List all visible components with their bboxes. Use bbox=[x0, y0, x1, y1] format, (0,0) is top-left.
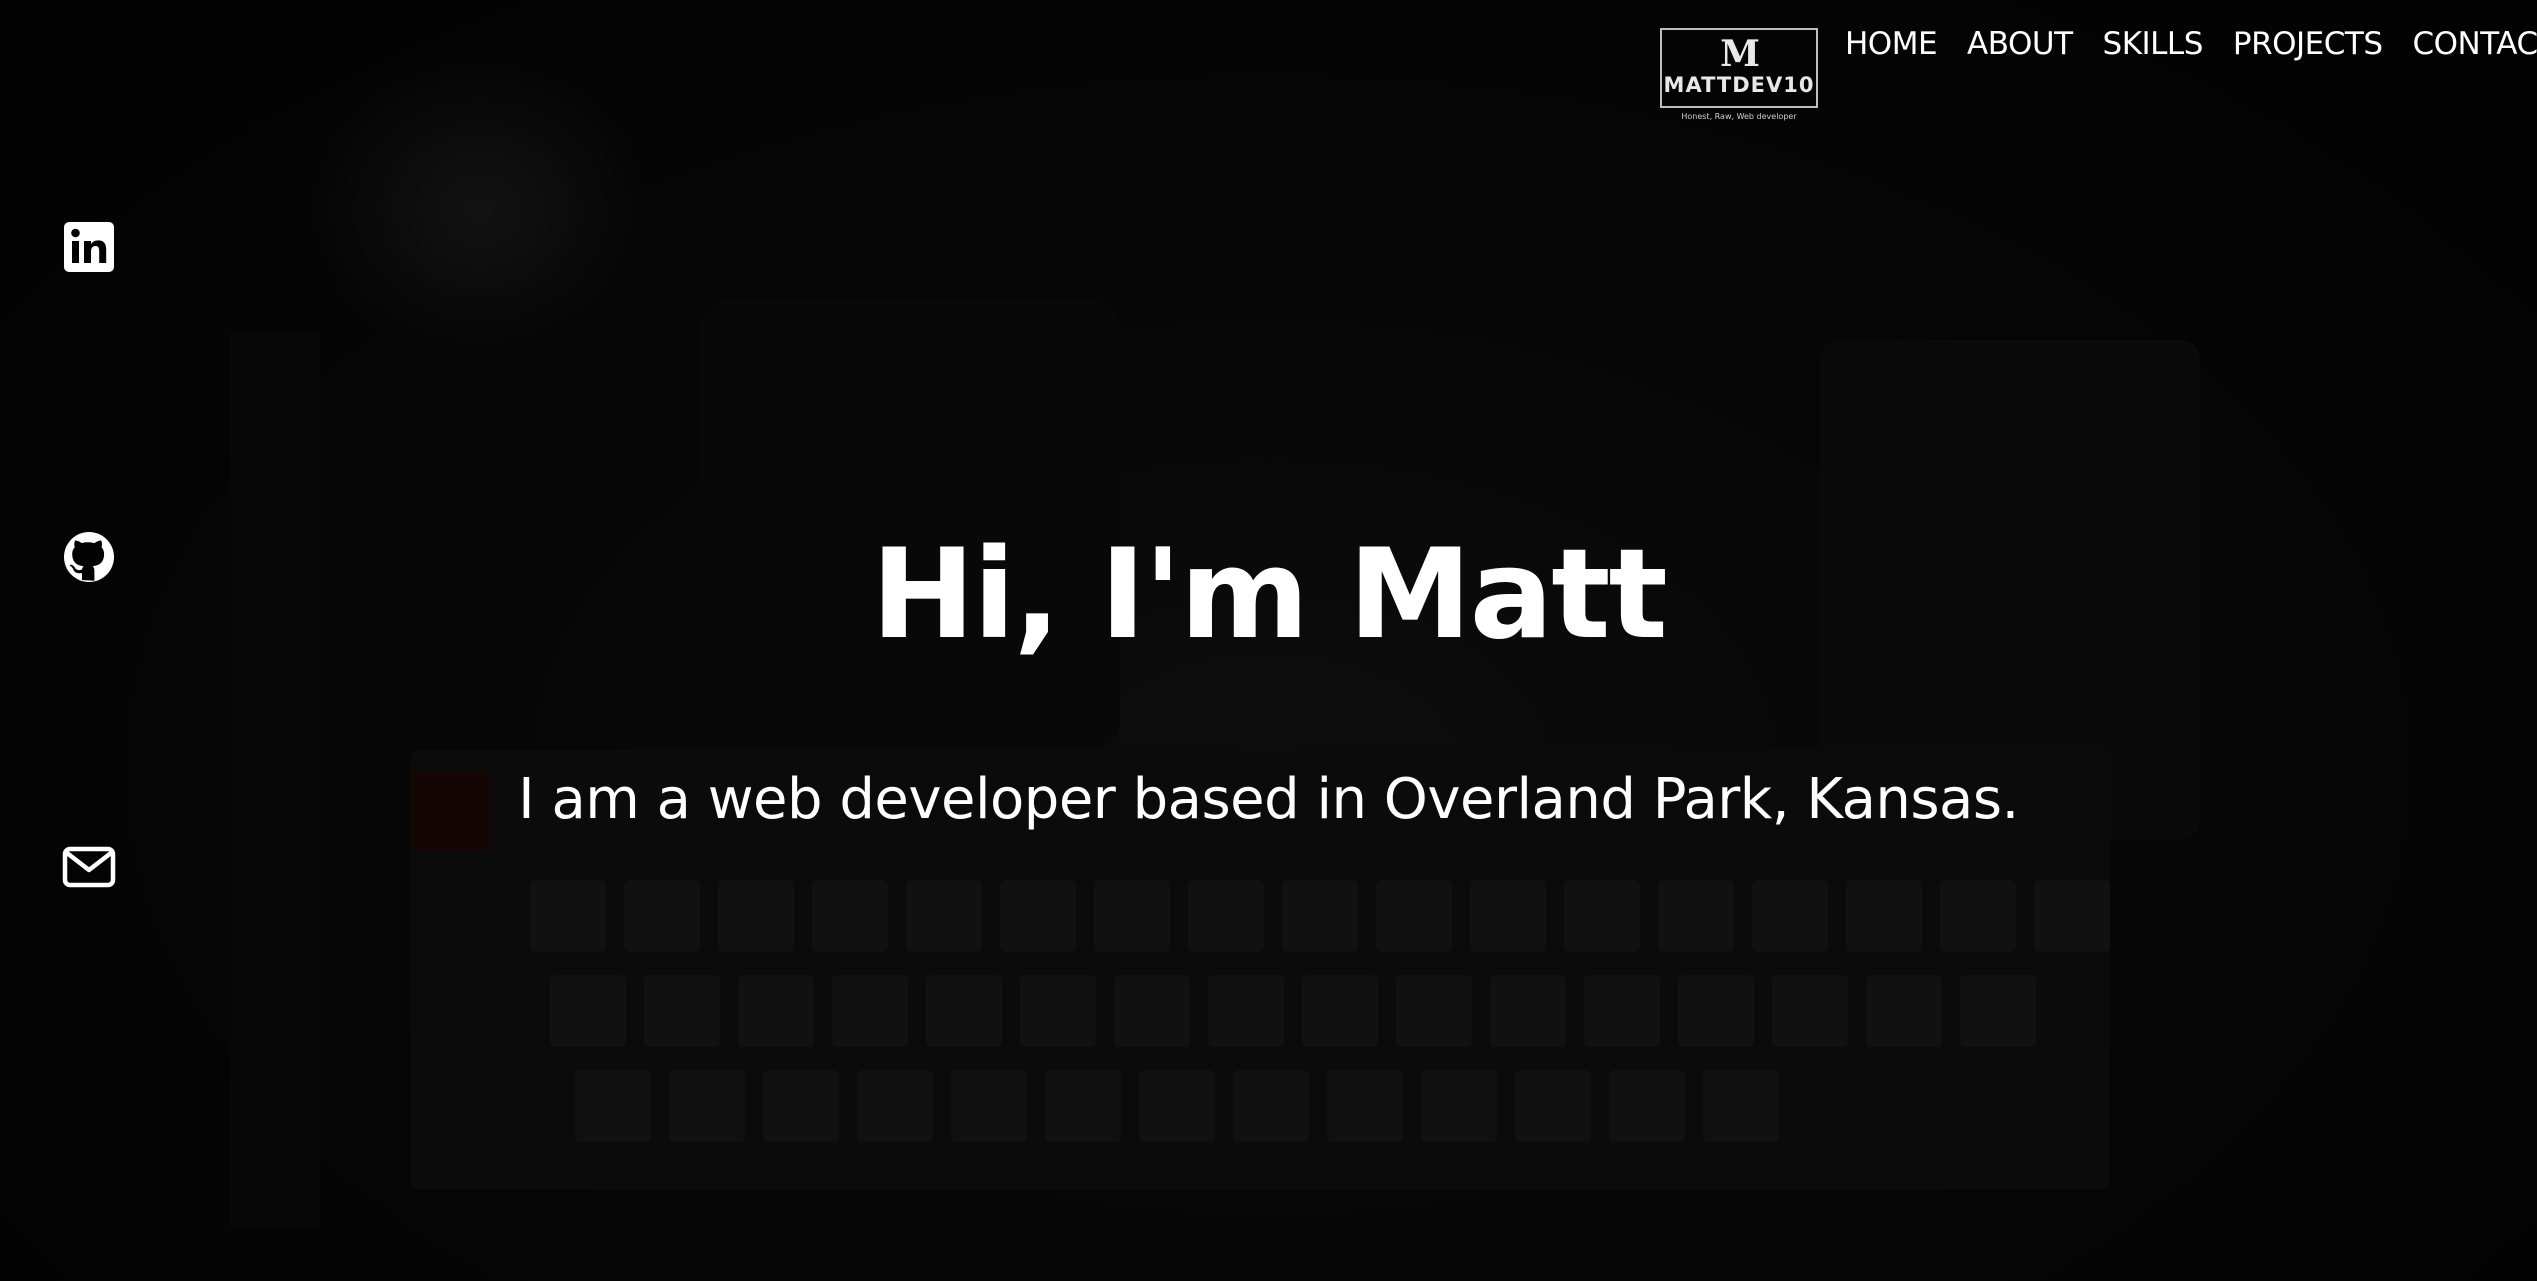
page: M MATTDEV10 Honest, Raw, Web developer H… bbox=[0, 0, 2537, 1281]
mail-icon[interactable] bbox=[62, 840, 116, 894]
linkedin-icon[interactable] bbox=[62, 220, 116, 274]
logo-name: MATTDEV10 bbox=[1663, 73, 1815, 97]
site-logo[interactable]: M MATTDEV10 bbox=[1660, 28, 1818, 108]
nav-home[interactable]: HOME bbox=[1845, 22, 1938, 66]
main-nav: HOME ABOUT SKILLS PROJECTS CONTACT bbox=[1845, 22, 2537, 66]
nav-skills[interactable]: SKILLS bbox=[2103, 22, 2204, 66]
logo-tagline: Honest, Raw, Web developer bbox=[1681, 112, 1797, 121]
hero-subtitle: I am a web developer based in Overland P… bbox=[518, 767, 2019, 832]
nav-about[interactable]: ABOUT bbox=[1967, 22, 2073, 66]
nav-projects[interactable]: PROJECTS bbox=[2233, 22, 2383, 66]
logo-mark: M bbox=[1720, 33, 1760, 75]
nav-contact[interactable]: CONTACT bbox=[2413, 22, 2537, 66]
hero-title: Hi, I'm Matt bbox=[871, 523, 1668, 667]
